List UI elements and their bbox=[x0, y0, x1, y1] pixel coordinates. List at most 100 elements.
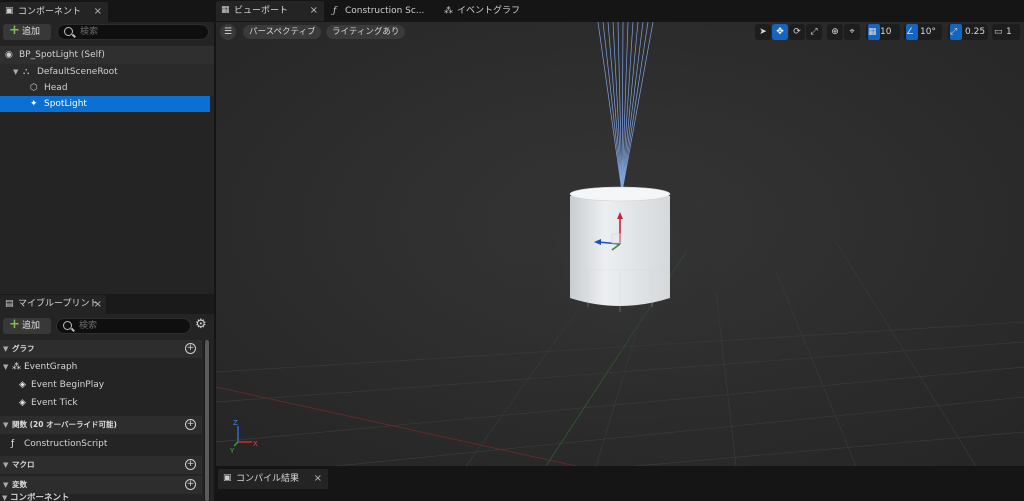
editor-tabbar: ▦ ビューポート × ƒ Construction Sc... ⁂ イベントグラ… bbox=[214, 0, 1024, 22]
viewport-menu-button[interactable]: ☰ bbox=[220, 24, 236, 40]
list-item-tick[interactable]: ◈ Event Tick bbox=[0, 394, 202, 412]
components-search-input[interactable]: 検索 bbox=[57, 24, 209, 40]
function-icon: ƒ bbox=[11, 439, 15, 449]
perspective-button[interactable]: パースペクティブ bbox=[243, 25, 322, 39]
rotate-tool-button[interactable]: ⟳ bbox=[789, 24, 805, 40]
rotation-snap-button[interactable]: ∠ 10° bbox=[904, 24, 942, 40]
surface-snap-icon: ⌖ bbox=[849, 27, 855, 37]
tab-construction-label: Construction Sc... bbox=[345, 6, 425, 16]
components-tabbar: ▣ コンポーネント × bbox=[0, 0, 214, 22]
tree-item-self-label: BP_SpotLight (Self) bbox=[19, 50, 105, 60]
chevron-down-icon[interactable]: ▼ bbox=[13, 64, 18, 80]
book-icon: ▤ bbox=[5, 299, 14, 309]
tab-viewport[interactable]: ▦ ビューポート × bbox=[216, 1, 324, 21]
cursor-icon: ➤ bbox=[759, 27, 767, 37]
tab-viewport-label: ビューポート bbox=[234, 6, 289, 16]
scrollbar-thumb[interactable] bbox=[205, 340, 209, 501]
static-mesh-icon: ⬡ bbox=[30, 83, 38, 93]
camera-icon: ▭ bbox=[994, 27, 1003, 37]
lighting-mode-button[interactable]: ライティングあり bbox=[326, 25, 406, 39]
scale-icon: ⤢ bbox=[810, 27, 818, 37]
close-icon[interactable]: × bbox=[94, 295, 102, 314]
scale-snap-button[interactable]: ⤢ 0.25 bbox=[948, 24, 988, 40]
camera-speed-value: 1 bbox=[1006, 27, 1012, 37]
coordinate-space-button[interactable]: ⊕ bbox=[827, 24, 843, 40]
begin-play-label: Event BeginPlay bbox=[31, 380, 105, 390]
tab-event-graph-label: イベントグラフ bbox=[457, 6, 521, 16]
axis-z-label: Z bbox=[233, 419, 238, 427]
perspective-label: パースペクティブ bbox=[249, 27, 316, 37]
lighting-label: ライティングあり bbox=[332, 27, 400, 37]
tab-construction-script[interactable]: ƒ Construction Sc... bbox=[328, 1, 438, 21]
tab-compile-results[interactable]: ▣ コンパイル結果 × bbox=[218, 469, 328, 489]
tree-item-head[interactable]: ⬡ Head bbox=[0, 80, 214, 96]
blueprint-toolbar: + 追加 検索 ⚙ bbox=[0, 316, 214, 336]
tab-components[interactable]: ▣ コンポーネント × bbox=[0, 2, 108, 22]
scale-tool-button[interactable]: ⤢ bbox=[806, 24, 822, 40]
add-component-button[interactable]: + 追加 bbox=[3, 23, 51, 40]
components-tab-icon: ▣ bbox=[5, 6, 14, 16]
add-variable-icon[interactable]: + bbox=[185, 479, 196, 490]
blueprint-scrollbar[interactable] bbox=[204, 340, 210, 501]
list-item-begin-play[interactable]: ◈ Event BeginPlay bbox=[0, 376, 202, 394]
section-macros[interactable]: ▼ マクロ + bbox=[0, 456, 202, 474]
variables-components-label: コンポーネント bbox=[10, 493, 70, 501]
select-tool-button[interactable]: ➤ bbox=[755, 24, 771, 40]
hamburger-icon: ☰ bbox=[223, 27, 233, 37]
add-blueprint-item-button[interactable]: + 追加 bbox=[3, 317, 51, 334]
blueprint-search-input[interactable]: 検索 bbox=[56, 318, 191, 334]
tree-item-scene-root[interactable]: ▼ ⛬ DefaultSceneRoot bbox=[0, 64, 214, 80]
function-icon: ƒ bbox=[333, 6, 337, 16]
axis-x-label: X bbox=[253, 440, 258, 448]
camera-speed-button[interactable]: ▭ 1 bbox=[992, 24, 1020, 40]
blueprint-search-placeholder: 検索 bbox=[79, 321, 98, 331]
blueprint-tab-label: マイブループリント bbox=[18, 299, 99, 309]
axis-y-label: Y bbox=[229, 447, 235, 455]
list-item-variables-components[interactable]: ▼ コンポーネント bbox=[0, 493, 202, 501]
grid-icon: ▦ bbox=[868, 24, 880, 40]
head-cylinder[interactable] bbox=[569, 186, 671, 312]
components-tree: ◉ BP_SpotLight (Self) ▼ ⛬ DefaultSceneRo… bbox=[0, 46, 214, 112]
list-item-construction-script[interactable]: ƒ ConstructionScript bbox=[0, 435, 202, 453]
viewport-icon: ▦ bbox=[221, 5, 230, 15]
event-graph-label: EventGraph bbox=[24, 362, 78, 372]
construction-script-label: ConstructionScript bbox=[24, 439, 108, 449]
section-functions[interactable]: ▼ 関数 (20 オーバーライド可能) + bbox=[0, 416, 202, 434]
move-icon: ✥ bbox=[776, 27, 784, 37]
compile-results-panel: ▣ コンパイル結果 × bbox=[216, 466, 1024, 501]
tab-event-graph[interactable]: ⁂ イベントグラフ bbox=[440, 1, 540, 21]
add-component-label: 追加 bbox=[22, 27, 41, 37]
list-item-event-graph[interactable]: ▼ ⁂ EventGraph bbox=[0, 358, 202, 376]
add-graph-icon[interactable]: + bbox=[185, 343, 196, 354]
section-variables-label: 変数 bbox=[12, 480, 27, 489]
globe-icon: ⊕ bbox=[831, 27, 839, 37]
tree-item-self[interactable]: ◉ BP_SpotLight (Self) bbox=[0, 46, 214, 64]
close-icon[interactable]: × bbox=[94, 2, 102, 22]
tab-my-blueprint[interactable]: ▤ マイブループリント × bbox=[0, 295, 106, 314]
add-macro-icon[interactable]: + bbox=[185, 459, 196, 470]
close-icon[interactable]: × bbox=[310, 1, 318, 21]
surface-snap-button[interactable]: ⌖ bbox=[844, 24, 860, 40]
tree-item-spotlight-label: SpotLight bbox=[44, 99, 87, 109]
components-search-placeholder: 検索 bbox=[80, 27, 99, 37]
close-icon[interactable]: × bbox=[314, 469, 322, 489]
rotate-icon: ⟳ bbox=[793, 27, 801, 37]
grid-snap-button[interactable]: ▦ 10 bbox=[866, 24, 900, 40]
tree-item-head-label: Head bbox=[44, 83, 68, 93]
section-functions-label: 関数 (20 オーバーライド可能) bbox=[12, 420, 117, 429]
components-tab-label: コンポーネント bbox=[18, 7, 82, 17]
plus-icon: + bbox=[9, 317, 20, 332]
chevron-down-icon: ▼ bbox=[3, 363, 9, 371]
translate-tool-button[interactable]: ✥ bbox=[772, 24, 788, 40]
viewport-scene[interactable]: Z X Y bbox=[216, 22, 1024, 466]
section-graph-label: グラフ bbox=[12, 344, 35, 353]
section-graph[interactable]: ▼ グラフ + bbox=[0, 340, 202, 358]
chevron-down-icon: ▼ bbox=[3, 421, 9, 429]
viewport[interactable]: Z X Y ☰ パースペクティブ ライティングあり ➤ ✥ ⟳ ⤢ ⊕ ⌖ ▦ … bbox=[216, 22, 1024, 466]
event-icon: ◈ bbox=[19, 398, 26, 408]
rotation-snap-value: 10° bbox=[920, 27, 936, 37]
section-variables[interactable]: ▼ 変数 + bbox=[0, 476, 202, 494]
add-function-icon[interactable]: + bbox=[185, 419, 196, 430]
tree-item-spotlight[interactable]: ✦ SpotLight bbox=[0, 96, 210, 112]
gear-icon[interactable]: ⚙ bbox=[195, 317, 207, 332]
